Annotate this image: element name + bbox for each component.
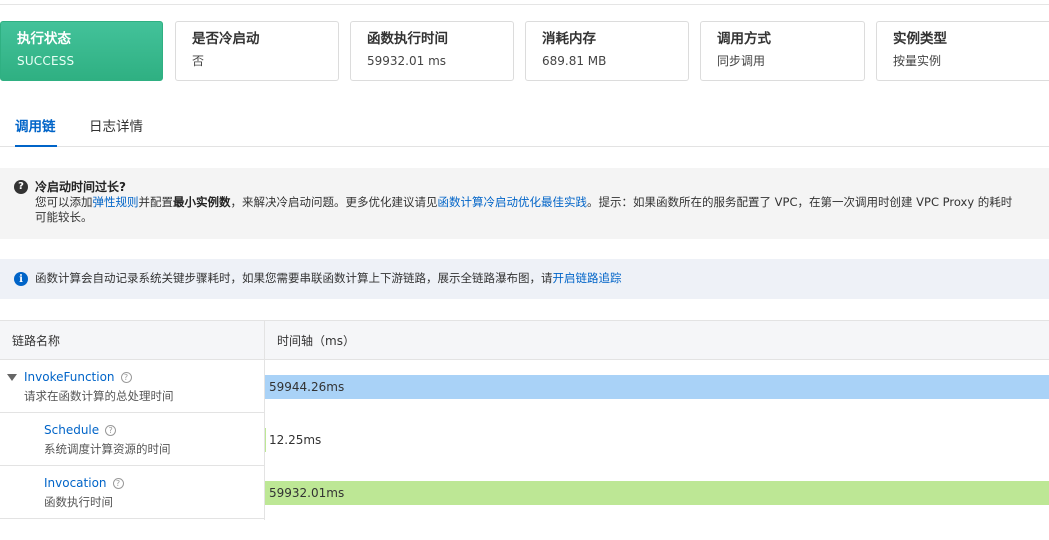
timeline-bar-invokefunction[interactable] bbox=[265, 375, 1049, 399]
table-row: Invocation ? 函数执行时间 bbox=[0, 466, 265, 519]
memory-card: 消耗内存 689.81 MB bbox=[525, 21, 689, 81]
status-card-title: 执行状态 bbox=[17, 31, 71, 47]
status-card[interactable]: 执行状态 SUCCESS bbox=[0, 21, 163, 81]
cold-start-best-practice-link[interactable]: 函数计算冷启动优化最佳实践 bbox=[438, 195, 588, 209]
column-header-span-name: 链路名称 bbox=[12, 334, 61, 348]
cold-tip-text-1: 您可以添加 bbox=[35, 195, 93, 209]
invoke-type-card-title: 调用方式 bbox=[717, 31, 771, 47]
invoke-type-card-value: 同步调用 bbox=[717, 54, 766, 68]
min-instances-text: 最小实例数 bbox=[173, 195, 231, 209]
enable-tracing-link[interactable]: 开启链路追踪 bbox=[553, 271, 622, 285]
tracing-info-text: 函数计算会自动记录系统关键步骤耗时，如果您需要串联函数计算上下游链路，展示全链路… bbox=[35, 271, 553, 285]
summary-cards: 执行状态 SUCCESS 是否冷启动 否 函数执行时间 59932.01 ms … bbox=[0, 21, 1049, 81]
info-circle-icon: i bbox=[14, 272, 28, 286]
elastic-rule-link[interactable]: 弹性规则 bbox=[93, 195, 139, 209]
header-divider bbox=[264, 321, 265, 360]
question-circle-icon[interactable]: ? bbox=[105, 424, 117, 436]
cold-start-tip: ? 冷启动时间过长? 您可以添加弹性规则并配置最小实例数，来解决冷启动问题。更多… bbox=[0, 168, 1049, 239]
invoke-type-card: 调用方式 同步调用 bbox=[700, 21, 865, 81]
timeline-label-schedule: 12.25ms bbox=[269, 433, 322, 447]
timeline-label-invokefunction: 59944.26ms bbox=[269, 380, 345, 394]
cold-tip-title: 冷启动时间过长? bbox=[35, 180, 126, 194]
timeline-area: 59944.26ms 12.25ms 59932.01ms bbox=[265, 360, 1049, 520]
cold-tip-body: 您可以添加弹性规则并配置最小实例数，来解决冷启动问题。更多优化建议请见函数计算冷… bbox=[35, 195, 1021, 225]
cold-start-card-title: 是否冷启动 bbox=[192, 31, 260, 47]
instance-type-card-title: 实例类型 bbox=[893, 31, 947, 47]
cold-start-card-value: 否 bbox=[192, 54, 205, 68]
span-name-invocation[interactable]: Invocation bbox=[44, 476, 107, 490]
top-divider bbox=[0, 4, 1049, 5]
table-row: Schedule ? 系统调度计算资源的时间 bbox=[0, 413, 265, 466]
span-name-column: InvokeFunction ? 请求在函数计算的总处理时间 Schedule … bbox=[0, 360, 265, 520]
detail-tabs: 调用链 日志详情 bbox=[0, 100, 1049, 147]
cold-tip-text-2: 并配置 bbox=[138, 195, 174, 209]
duration-card-value: 59932.01 ms bbox=[367, 54, 447, 68]
cold-tip-text-3: ，来解决冷启动问题。更多优化建议请见 bbox=[230, 195, 438, 209]
span-desc: 函数执行时间 bbox=[44, 495, 113, 509]
tab-log-details[interactable]: 日志详情 bbox=[89, 115, 143, 147]
duration-card-title: 函数执行时间 bbox=[367, 31, 448, 47]
status-card-value: SUCCESS bbox=[17, 54, 75, 68]
question-circle-icon[interactable]: ? bbox=[120, 371, 132, 383]
trace-table-header: 链路名称 时间轴（ms） bbox=[0, 320, 1049, 360]
column-header-timeline: 时间轴（ms） bbox=[277, 334, 355, 348]
tab-call-chain[interactable]: 调用链 bbox=[15, 115, 57, 147]
question-circle-icon: ? bbox=[14, 180, 28, 194]
question-circle-icon[interactable]: ? bbox=[112, 477, 124, 489]
span-desc: 请求在函数计算的总处理时间 bbox=[24, 389, 174, 403]
memory-card-title: 消耗内存 bbox=[542, 31, 596, 47]
cold-start-card: 是否冷启动 否 bbox=[175, 21, 339, 81]
table-row: InvokeFunction ? 请求在函数计算的总处理时间 bbox=[0, 360, 265, 413]
memory-card-value: 689.81 MB bbox=[542, 54, 607, 68]
timeline-bar-schedule[interactable] bbox=[265, 428, 266, 452]
timeline-bar-invocation[interactable] bbox=[265, 481, 1049, 505]
tracing-info-banner: i 函数计算会自动记录系统关键步骤耗时，如果您需要串联函数计算上下游链路，展示全… bbox=[0, 259, 1049, 299]
duration-card: 函数执行时间 59932.01 ms bbox=[350, 21, 514, 81]
instance-type-card: 实例类型 按量实例 bbox=[876, 21, 1049, 81]
triangle-down-icon[interactable] bbox=[7, 374, 17, 381]
span-desc: 系统调度计算资源的时间 bbox=[44, 442, 171, 456]
span-name-schedule[interactable]: Schedule bbox=[44, 423, 99, 437]
instance-type-card-value: 按量实例 bbox=[893, 54, 942, 68]
span-name-invokefunction[interactable]: InvokeFunction bbox=[24, 370, 115, 384]
timeline-label-invocation: 59932.01ms bbox=[269, 486, 345, 500]
